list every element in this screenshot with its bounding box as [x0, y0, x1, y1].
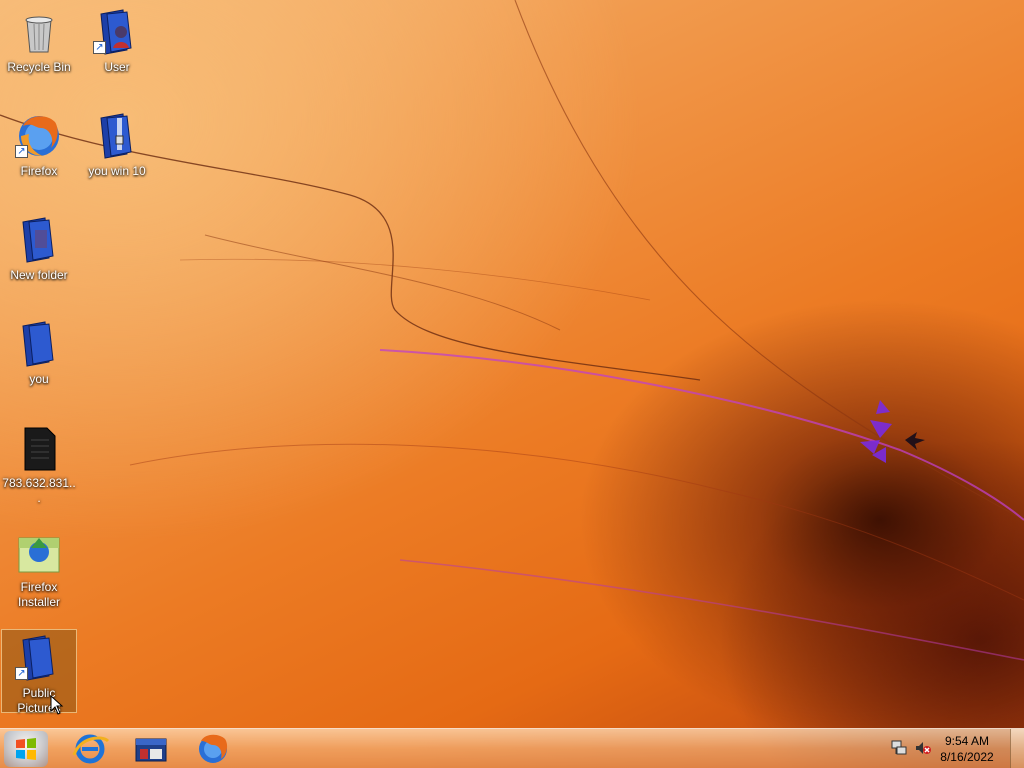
- internet-explorer-icon: [72, 734, 110, 764]
- desktop-icon-label: 783.632.831...: [2, 476, 76, 505]
- pictures-folder-icon: ↗: [15, 634, 63, 682]
- recycle-bin-icon: [15, 8, 63, 56]
- shortcut-arrow-icon: ↗: [15, 667, 28, 680]
- mouse-cursor-icon: [50, 695, 64, 715]
- clock-date: 8/16/2022: [940, 750, 994, 764]
- volume-muted-icon[interactable]: [914, 739, 932, 757]
- folder-icon: [15, 216, 63, 264]
- system-clock[interactable]: 9:54 AM 8/16/2022: [932, 733, 1002, 765]
- zip-folder-icon: [93, 112, 141, 160]
- desktop-icon-label: Firefox Installer: [17, 580, 61, 609]
- leaf-decoration: [860, 400, 892, 463]
- desktop-icon-label: Recycle Bin: [7, 60, 71, 74]
- firefox-icon: [199, 734, 228, 763]
- desktop-icon-label: Firefox: [20, 164, 58, 178]
- desktop-icon-file-783[interactable]: 783.632.831...: [1, 420, 77, 506]
- folder-icon: [15, 320, 63, 368]
- desktop-icon-recycle-bin[interactable]: Recycle Bin: [1, 4, 77, 75]
- show-desktop-button[interactable]: [1010, 729, 1024, 768]
- desktop-icon-user[interactable]: ↗ User: [79, 4, 155, 75]
- start-button[interactable]: [4, 731, 48, 767]
- firefox-icon: ↗: [15, 112, 63, 160]
- desktop-icon-you[interactable]: you: [1, 316, 77, 387]
- desktop-icon-new-folder[interactable]: New folder: [1, 212, 77, 283]
- installer-icon: [15, 528, 63, 576]
- file-icon: [15, 424, 63, 472]
- taskbar-internet-explorer[interactable]: [62, 731, 118, 767]
- user-folder-icon: ↗: [93, 8, 141, 56]
- desktop-icon-you-win-10[interactable]: you win 10: [79, 108, 155, 179]
- desktop-icon-label: User: [104, 60, 130, 74]
- windows-logo-icon: [16, 738, 36, 760]
- desktop-icon-public-pictures[interactable]: ↗ Public Pictures: [1, 629, 77, 715]
- file-explorer-icon: [135, 738, 167, 762]
- taskbar-file-explorer[interactable]: [122, 731, 178, 767]
- shortcut-arrow-icon: ↗: [93, 41, 106, 54]
- desktop-icon-label: New folder: [10, 268, 68, 282]
- shortcut-arrow-icon: ↗: [15, 145, 28, 158]
- desktop-icon-firefox-installer[interactable]: Firefox Installer: [1, 524, 77, 610]
- desktop-icon-firefox[interactable]: ↗ Firefox: [1, 108, 77, 179]
- network-icon[interactable]: [890, 739, 908, 757]
- desktop-icon-label: you win 10: [88, 164, 146, 178]
- taskbar: 9:54 AM 8/16/2022: [0, 728, 1024, 768]
- desktop-icon-label: Public Pictures: [17, 686, 61, 715]
- bird-decoration: [905, 432, 925, 450]
- clock-time: 9:54 AM: [944, 734, 990, 748]
- desktop-icon-label: you: [29, 372, 49, 386]
- taskbar-firefox[interactable]: [185, 731, 241, 767]
